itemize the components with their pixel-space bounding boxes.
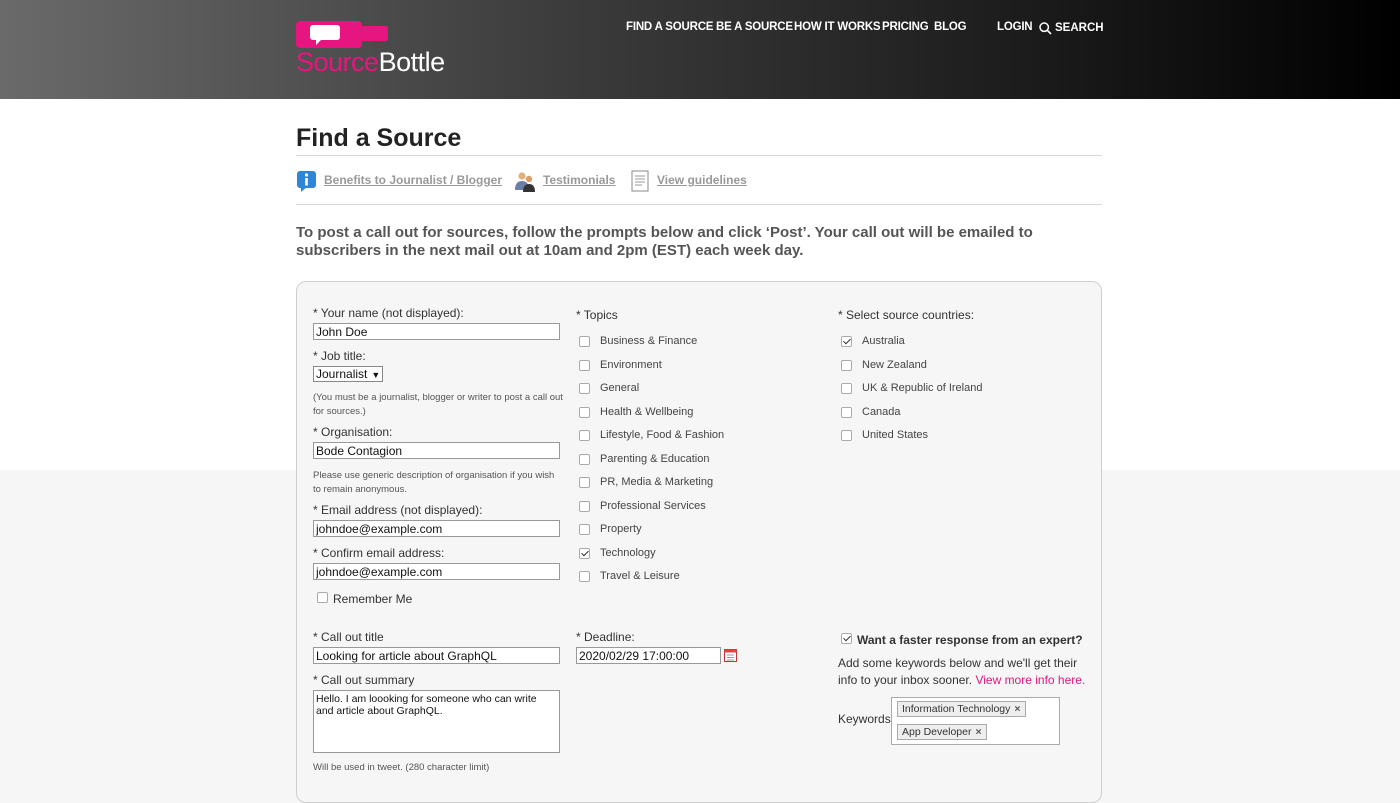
remove-tag-icon[interactable]: × bbox=[975, 726, 981, 738]
keywords-input[interactable]: Information Technology × App Developer × bbox=[891, 697, 1060, 745]
job-title-note: (You must be a journalist, blogger or wr… bbox=[313, 392, 563, 417]
job-title-label: * Job title: bbox=[313, 349, 366, 363]
topic-checkbox[interactable] bbox=[579, 336, 590, 347]
nav-login[interactable]: LOGIN bbox=[997, 21, 1033, 33]
country-label: Australia bbox=[862, 335, 905, 347]
intro-text: To post a call out for sources, follow t… bbox=[296, 224, 1033, 259]
callout-summary-textarea[interactable]: Hello. I am loooking for someone who can… bbox=[313, 690, 560, 753]
country-checkbox[interactable] bbox=[841, 359, 852, 371]
deadline-label: * Deadline: bbox=[576, 630, 635, 644]
people-icon bbox=[515, 172, 535, 192]
callout-summary-label: * Call out summary bbox=[313, 673, 415, 687]
logo-text: SourceBottle bbox=[296, 47, 445, 77]
expert-label: Want a faster response from an expert? bbox=[857, 633, 1083, 647]
job-title-select[interactable]: Journalist ▼ bbox=[313, 366, 383, 382]
name-input[interactable] bbox=[313, 323, 560, 340]
country-label: Canada bbox=[862, 405, 901, 418]
email-label: * Email address (not displayed): bbox=[313, 503, 483, 517]
search-icon bbox=[1039, 22, 1052, 35]
site-header: SourceBottle FIND A SOURCE BE A SOURCE H… bbox=[0, 0, 1400, 99]
organisation-input[interactable] bbox=[313, 442, 560, 459]
logo[interactable]: SourceBottle bbox=[296, 18, 466, 80]
remember-me-checkbox[interactable] bbox=[317, 592, 328, 603]
topic-label: Technology bbox=[600, 546, 656, 559]
country-checkbox[interactable] bbox=[841, 406, 852, 418]
email-input[interactable] bbox=[313, 520, 560, 537]
topics-label: * Topics bbox=[576, 308, 618, 322]
country-checkbox[interactable] bbox=[841, 336, 852, 347]
nav-find-a-source[interactable]: FIND A SOURCE bbox=[626, 21, 713, 33]
topic-checkbox[interactable] bbox=[579, 524, 590, 535]
name-label: * Your name (not displayed): bbox=[313, 306, 464, 320]
nav-pricing[interactable]: PRICING bbox=[882, 21, 929, 33]
remember-me-label: Remember Me bbox=[333, 592, 413, 606]
topic-checkbox[interactable] bbox=[579, 453, 590, 465]
nav-blog[interactable]: BLOG bbox=[934, 21, 967, 33]
divider bbox=[296, 204, 1102, 205]
remove-tag-icon[interactable]: × bbox=[1014, 703, 1020, 715]
topic-checkbox[interactable] bbox=[579, 571, 590, 582]
topic-checkbox[interactable] bbox=[579, 500, 590, 512]
confirm-email-input[interactable] bbox=[313, 563, 560, 580]
topic-label: Lifestyle, Food & Fashion bbox=[600, 429, 725, 441]
keyword-tag: App Developer × bbox=[897, 724, 987, 740]
topic-label: Travel & Leisure bbox=[600, 570, 680, 582]
page-title: Find a Source bbox=[296, 124, 462, 152]
summary-note: Will be used in tweet. (280 character li… bbox=[313, 762, 490, 773]
nav-be-a-source[interactable]: BE A SOURCE bbox=[716, 21, 793, 33]
country-checkbox[interactable] bbox=[841, 383, 852, 394]
callout-title-input[interactable] bbox=[313, 647, 560, 664]
topic-label: Environment bbox=[600, 358, 662, 371]
view-more-info-link[interactable]: View more info here. bbox=[975, 673, 1085, 687]
countries-label: * Select source countries: bbox=[838, 308, 975, 322]
deadline-input[interactable] bbox=[576, 647, 721, 664]
info-icon bbox=[297, 171, 316, 192]
expert-description: Add some keywords below and we'll get th… bbox=[838, 656, 1086, 687]
topic-label: PR, Media & Marketing bbox=[600, 476, 714, 488]
topic-label: Business & Finance bbox=[600, 335, 698, 347]
confirm-email-label: * Confirm email address: bbox=[313, 546, 445, 560]
topic-checkbox[interactable] bbox=[579, 383, 590, 394]
divider bbox=[296, 155, 1102, 156]
keyword-tag: Information Technology × bbox=[897, 701, 1026, 717]
callout-title-label: * Call out title bbox=[313, 630, 384, 644]
organisation-note: Please use generic description of organi… bbox=[313, 470, 555, 495]
topic-label: Professional Services bbox=[600, 499, 706, 512]
country-label: UK & Republic of Ireland bbox=[862, 382, 983, 394]
organisation-label: * Organisation: bbox=[313, 425, 393, 439]
dropdown-caret-icon: ▼ bbox=[371, 370, 381, 380]
topic-checkbox[interactable] bbox=[579, 430, 590, 441]
topic-label: Health & Wellbeing bbox=[600, 405, 694, 418]
keywords-label: Keywords: bbox=[838, 712, 895, 726]
bottle-icon bbox=[296, 21, 388, 48]
topic-checkbox[interactable] bbox=[579, 547, 590, 559]
topic-label: Parenting & Education bbox=[600, 452, 710, 465]
nav-how-it-works[interactable]: HOW IT WORKS bbox=[794, 21, 881, 33]
topic-checkbox[interactable] bbox=[579, 406, 590, 418]
expert-checkbox[interactable] bbox=[841, 633, 852, 644]
country-label: United States bbox=[862, 429, 929, 441]
topic-label: General bbox=[600, 382, 640, 394]
topic-checkbox[interactable] bbox=[579, 359, 590, 371]
topic-checkbox[interactable] bbox=[579, 477, 590, 488]
calendar-icon[interactable] bbox=[724, 649, 737, 662]
document-icon bbox=[631, 170, 649, 192]
search-label: SEARCH bbox=[1055, 22, 1104, 34]
country-checkbox[interactable] bbox=[841, 430, 852, 441]
topic-label: Property bbox=[600, 523, 642, 535]
country-label: New Zealand bbox=[862, 358, 927, 371]
